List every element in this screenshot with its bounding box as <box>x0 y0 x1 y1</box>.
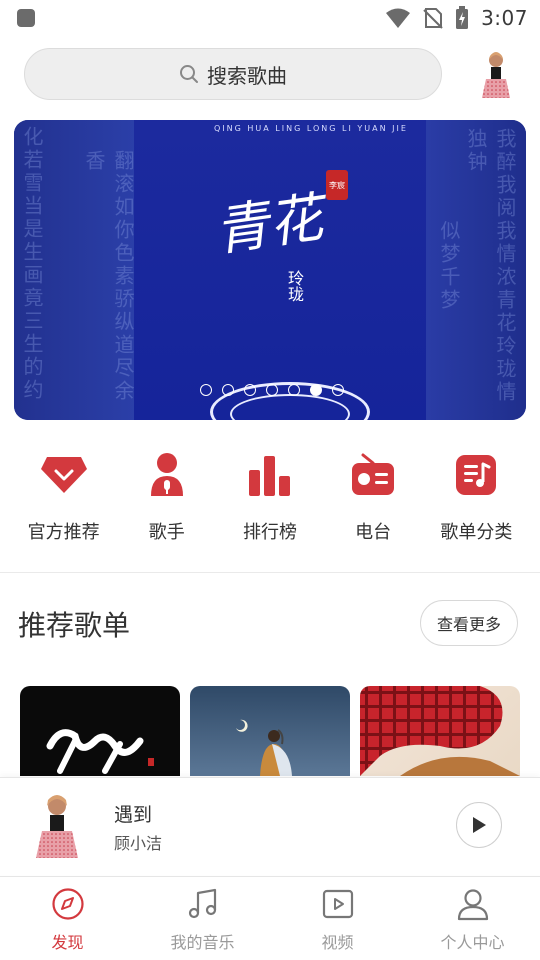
category-charts[interactable]: 排行榜 <box>220 452 320 544</box>
nav-label: 我的音乐 <box>170 933 235 952</box>
carousel-dot[interactable] <box>266 384 278 396</box>
mini-player[interactable]: 遇到 顾小洁 <box>0 777 540 875</box>
search-bar[interactable]: 搜索歌曲 <box>24 48 442 100</box>
carousel-dot[interactable] <box>200 384 212 396</box>
app-root: 3:07 搜索歌曲 化若雪当是生画竟三生的约 翻滚如你色素骄纵道尽余香 我醉我阅… <box>0 0 540 960</box>
category-playlist-category[interactable]: 歌单分类 <box>426 452 526 544</box>
banner-carousel[interactable]: 化若雪当是生画竟三生的约 翻滚如你色素骄纵道尽余香 我醉我阅我情浓青花玲珑情独钟… <box>14 120 526 420</box>
player-artist: 顾小洁 <box>114 834 163 853</box>
nav-label: 视频 <box>321 933 354 952</box>
notification-icon <box>17 9 35 27</box>
banner-bg-text: 化若雪当是生画竟三生的约 <box>20 126 44 402</box>
video-icon <box>322 889 353 919</box>
carousel-indicator[interactable] <box>200 384 344 396</box>
music-note-icon <box>188 888 216 919</box>
recommended-title: 推荐歌单 <box>18 609 131 642</box>
compass-icon <box>51 888 84 920</box>
bottom-nav: 发现 我的音乐 视频 个人中心 <box>0 876 540 960</box>
battery-charging-icon <box>456 6 469 29</box>
nav-discover[interactable]: 发现 <box>0 877 135 960</box>
search-placeholder: 搜索歌曲 <box>207 63 287 88</box>
category-label: 官方推荐 <box>27 522 100 543</box>
banner-center-panel <box>134 120 426 420</box>
user-avatar[interactable] <box>470 48 522 104</box>
diamond-icon <box>40 452 87 498</box>
category-row: 官方推荐 歌手 排行榜 电台 歌单分类 <box>0 452 540 544</box>
category-label: 歌单分类 <box>440 522 513 543</box>
banner-title: 青花 <box>210 185 327 264</box>
playlist-card[interactable] <box>360 686 520 776</box>
radio-icon <box>350 452 396 498</box>
person-icon <box>457 889 488 921</box>
category-singer[interactable]: 歌手 <box>117 452 217 544</box>
bar-chart-icon <box>247 452 293 498</box>
category-label: 排行榜 <box>242 522 297 543</box>
playlist-card[interactable] <box>190 686 350 776</box>
banner-subtitle: 玲珑 <box>285 270 304 302</box>
banner-pinyin: QING HUA LING LONG LI YUAN JIE <box>214 124 408 133</box>
section-divider <box>0 572 540 573</box>
category-label: 电台 <box>355 522 392 543</box>
search-icon <box>180 65 198 83</box>
banner-bg-text: 翻滚如你色素骄纵道尽余香 <box>82 150 135 403</box>
carousel-dot[interactable] <box>310 384 322 396</box>
play-button[interactable] <box>456 802 502 848</box>
status-time: 3:07 <box>481 6 528 30</box>
status-icons: 3:07 <box>385 6 528 30</box>
category-official-recommend[interactable]: 官方推荐 <box>14 452 114 544</box>
nav-profile[interactable]: 个人中心 <box>405 877 540 960</box>
nav-label: 个人中心 <box>440 933 505 952</box>
playlist-cover <box>46 729 154 774</box>
status-bar: 3:07 <box>0 0 540 36</box>
no-sim-icon <box>423 8 443 29</box>
playlist-cover <box>236 719 292 776</box>
carousel-dot[interactable] <box>332 384 344 396</box>
singer-icon <box>144 452 190 498</box>
nav-video[interactable]: 视频 <box>270 877 405 960</box>
playlist-cards <box>20 686 520 776</box>
category-radio[interactable]: 电台 <box>323 452 423 544</box>
playlist-icon <box>453 452 499 498</box>
banner-seal: 李宸 <box>326 170 348 200</box>
carousel-dot[interactable] <box>288 384 300 396</box>
nav-label: 发现 <box>51 933 84 952</box>
banner-bg-text: 我醉我阅我情浓青花玲珑情独钟 <box>464 128 517 404</box>
player-song-title: 遇到 <box>114 804 153 826</box>
banner-bg-text: 似梦千梦 <box>437 220 461 312</box>
play-icon <box>473 817 486 833</box>
wifi-icon <box>386 8 411 28</box>
category-label: 歌手 <box>148 522 185 543</box>
carousel-dot[interactable] <box>222 384 234 396</box>
playlist-cover <box>360 686 520 776</box>
view-more-button[interactable]: 查看更多 <box>420 600 518 646</box>
carousel-dot[interactable] <box>244 384 256 396</box>
playlist-card[interactable] <box>20 686 180 776</box>
nav-my-music[interactable]: 我的音乐 <box>135 877 270 960</box>
player-cover <box>22 792 92 864</box>
